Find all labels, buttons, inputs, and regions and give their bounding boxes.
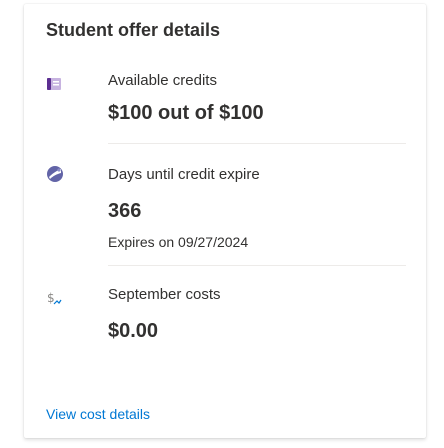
available-credits-section: Available credits $100 out of $100 [46,68,406,140]
month-costs-value: $0.00 [108,320,159,342]
credit-expiry-date: Expires on 09/27/2024 [108,234,249,250]
divider [108,265,406,266]
month-costs-label: September costs [108,286,221,303]
available-credits-value: $100 out of $100 [108,102,264,124]
available-credits-label: Available credits [108,72,217,89]
credit-expiry-label: Days until credit expire [108,166,260,183]
credit-card-icon [46,76,62,92]
cost-icon: $ [46,290,62,306]
card-title: Student offer details [46,20,221,40]
month-costs-section: $ September costs $0.00 [46,272,406,352]
credit-expiry-days-value: 366 [108,200,142,222]
credit-expiry-section: Days until credit expire 366 Expires on … [46,148,406,272]
student-offer-card: Student offer details Available credits … [24,4,426,438]
divider [108,143,406,144]
credit-expiry-icon [46,165,63,182]
view-cost-details-link[interactable]: View cost details [46,406,150,422]
svg-text:$: $ [47,291,55,305]
